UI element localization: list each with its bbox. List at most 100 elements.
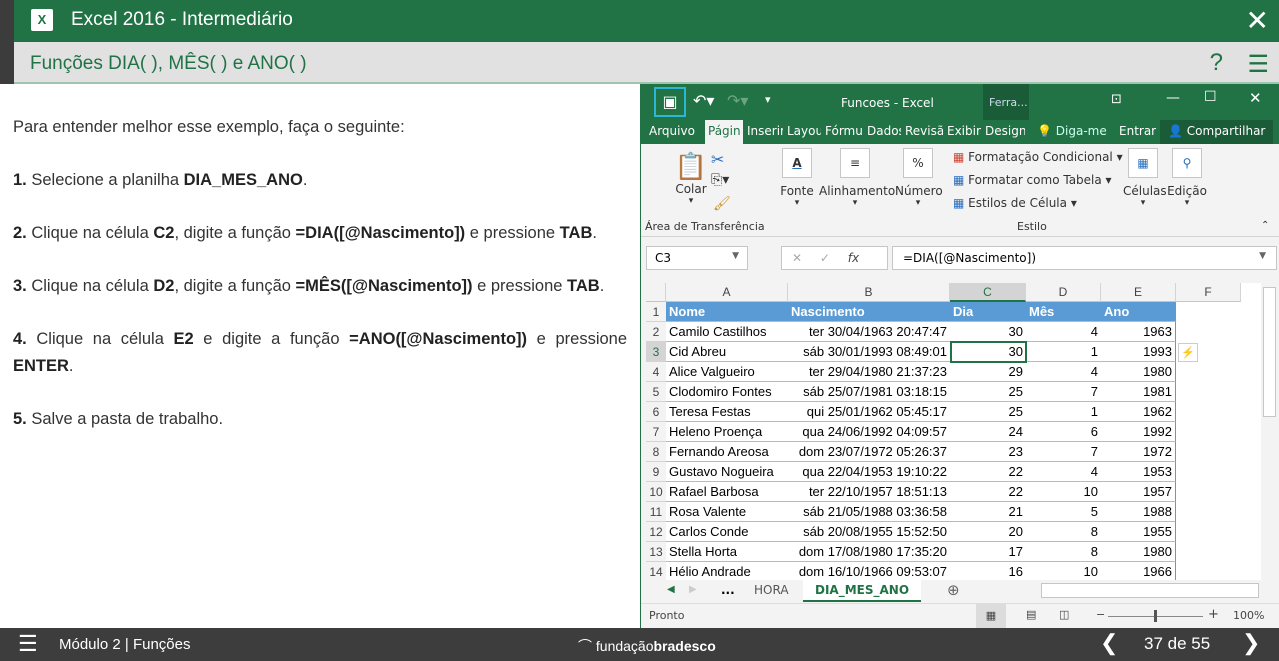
row-header[interactable]: 4 [646, 362, 666, 382]
table-cell[interactable]: 1963 [1101, 322, 1176, 342]
page-layout-icon[interactable]: ▤ [1026, 608, 1036, 621]
table-cell[interactable]: sáb 25/07/1981 03:18:15 [788, 382, 950, 402]
customize-qat-icon[interactable]: ▾ [765, 93, 771, 106]
table-cell[interactable]: Hélio Andrade [666, 562, 788, 580]
table-cell[interactable]: 17 [950, 542, 1026, 562]
add-sheet-icon[interactable]: ⊕ [947, 581, 960, 599]
zoom-in-icon[interactable]: + [1208, 607, 1219, 622]
row-header[interactable]: 1 [646, 302, 666, 322]
alignment-button[interactable]: ≡ Alinhamento ▾ [819, 148, 895, 208]
table-cell[interactable]: 7 [1026, 442, 1101, 462]
table-cell[interactable]: 23 [950, 442, 1026, 462]
table-cell[interactable]: sáb 30/01/1993 08:49:01 [788, 342, 950, 362]
table-header-cell[interactable]: Mês [1026, 302, 1101, 322]
table-cell[interactable]: Carlos Conde [666, 522, 788, 542]
editing-button[interactable]: ⚲ Edição ▾ [1167, 148, 1207, 208]
ribbon-tab-5[interactable]: Dados [867, 124, 901, 138]
formula-input[interactable]: =DIA([@Nascimento]) ▼ [892, 246, 1277, 270]
table-cell[interactable]: 1957 [1101, 482, 1176, 502]
table-cell[interactable]: qua 22/04/1953 19:10:22 [788, 462, 950, 482]
table-cell[interactable]: Gustavo Nogueira [666, 462, 788, 482]
row-header[interactable]: 12 [646, 522, 666, 542]
column-header-F[interactable]: F [1176, 283, 1241, 302]
row-header[interactable]: 7 [646, 422, 666, 442]
next-page-icon[interactable]: ❯ [1242, 630, 1260, 656]
table-cell[interactable]: 4 [1026, 362, 1101, 382]
table-cell[interactable]: 10 [1026, 482, 1101, 502]
undo-icon[interactable]: ↶▾ [693, 91, 714, 110]
table-header-cell[interactable]: Dia [950, 302, 1026, 322]
ribbon-tab-2[interactable]: Inserir [747, 124, 783, 138]
close-window-icon[interactable]: ✕ [1249, 89, 1262, 107]
table-cell[interactable]: qua 24/06/1992 04:09:57 [788, 422, 950, 442]
sign-in-link[interactable]: Entrar [1119, 124, 1156, 138]
table-cell[interactable]: 1972 [1101, 442, 1176, 462]
menu-list-icon[interactable]: ☰ [18, 631, 38, 657]
ribbon-tab-4[interactable]: Fórmu [825, 124, 863, 138]
table-cell[interactable]: 5 [1026, 502, 1101, 522]
format-table-button[interactable]: ▦ Formatar como Tabela ▾ [953, 173, 1112, 187]
table-cell[interactable]: 1962 [1101, 402, 1176, 422]
cell-styles-button[interactable]: ▦ Estilos de Célula ▾ [953, 196, 1077, 210]
table-cell[interactable]: dom 16/10/1966 09:53:07 [788, 562, 950, 580]
cancel-icon[interactable]: ✕ [792, 251, 802, 265]
table-cell[interactable]: 22 [950, 462, 1026, 482]
table-cell[interactable]: 29 [950, 362, 1026, 382]
table-cell[interactable]: 25 [950, 402, 1026, 422]
table-cell[interactable]: 1988 [1101, 502, 1176, 522]
ribbon-display-icon[interactable]: ⊡ [1111, 92, 1122, 107]
collapse-ribbon-icon[interactable]: ⌃ [1261, 220, 1269, 231]
table-cell[interactable]: Teresa Festas [666, 402, 788, 422]
table-cell[interactable]: 1 [1026, 342, 1101, 362]
table-header-cell[interactable]: Nascimento [788, 302, 950, 322]
table-cell[interactable]: 1 [1026, 402, 1101, 422]
row-header[interactable]: 8 [646, 442, 666, 462]
redo-icon[interactable]: ↷▾ [727, 91, 748, 110]
tell-me-search[interactable]: 💡 Diga-me [1037, 124, 1107, 138]
table-cell[interactable]: 1980 [1101, 542, 1176, 562]
table-cell[interactable]: 8 [1026, 522, 1101, 542]
table-header-cell[interactable]: Ano [1101, 302, 1176, 322]
zoom-slider[interactable] [1108, 610, 1203, 622]
table-cell[interactable]: ter 29/04/1980 21:37:23 [788, 362, 950, 382]
copy-icon[interactable]: ⎘▾ [711, 172, 729, 188]
table-cell[interactable]: ter 30/04/1963 20:47:47 [788, 322, 950, 342]
table-cell[interactable]: 6 [1026, 422, 1101, 442]
maximize-icon[interactable]: ☐ [1204, 89, 1217, 105]
scroll-thumb[interactable] [1263, 287, 1276, 417]
table-cell[interactable]: qui 25/01/1962 05:45:17 [788, 402, 950, 422]
table-cell[interactable]: 20 [950, 522, 1026, 542]
sheet-tab-hora[interactable]: HORA [754, 583, 789, 597]
table-cell[interactable]: 1953 [1101, 462, 1176, 482]
row-header[interactable]: 6 [646, 402, 666, 422]
format-painter-icon[interactable]: 🖌 [713, 196, 731, 212]
table-cell[interactable]: Rosa Valente [666, 502, 788, 522]
column-header-E[interactable]: E [1101, 283, 1176, 302]
row-header[interactable]: 3 [646, 342, 666, 362]
menu-icon[interactable]: ☰ [1247, 50, 1269, 79]
ribbon-tab-1[interactable]: Págin [705, 120, 743, 144]
row-header[interactable]: 2 [646, 322, 666, 342]
save-icon[interactable]: ▣ [654, 87, 686, 117]
conditional-format-button[interactable]: ▦ Formatação Condicional ▾ [953, 150, 1123, 164]
table-cell[interactable]: Heleno Proença [666, 422, 788, 442]
help-icon[interactable]: ? [1210, 49, 1223, 77]
enter-icon[interactable]: ✓ [820, 251, 830, 265]
table-cell[interactable]: 1955 [1101, 522, 1176, 542]
table-cell[interactable]: 4 [1026, 462, 1101, 482]
table-cell[interactable]: Clodomiro Fontes [666, 382, 788, 402]
table-cell[interactable]: sáb 21/05/1988 03:36:58 [788, 502, 950, 522]
zoom-out-icon[interactable]: − [1096, 608, 1105, 621]
table-cell[interactable]: 10 [1026, 562, 1101, 580]
table-cell[interactable]: dom 17/08/1980 17:35:20 [788, 542, 950, 562]
active-cell-C3[interactable] [950, 341, 1027, 363]
fx-icon[interactable]: fx [848, 251, 859, 265]
table-cell[interactable]: 30 [950, 322, 1026, 342]
row-header[interactable]: 5 [646, 382, 666, 402]
number-button[interactable]: % Número ▾ [895, 148, 943, 208]
table-cell[interactable]: Cid Abreu [666, 342, 788, 362]
table-cell[interactable]: Rafael Barbosa [666, 482, 788, 502]
table-cell[interactable]: 16 [950, 562, 1026, 580]
font-button[interactable]: A Fonte ▾ [777, 148, 817, 208]
table-cell[interactable]: 1992 [1101, 422, 1176, 442]
